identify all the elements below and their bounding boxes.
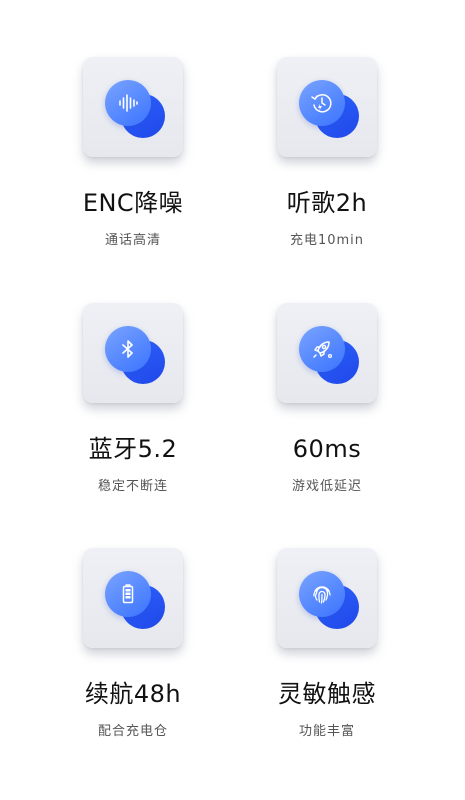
feature-card (83, 57, 183, 157)
feature-subtitle: 稳定不断连 (97, 479, 168, 494)
feature-card (83, 548, 183, 648)
feature-subtitle: 游戏低延迟 (291, 479, 362, 494)
feature-subtitle: 充电10min (289, 233, 365, 248)
sound-wave-icon (105, 80, 151, 126)
feature-battery: 续航48h 配合充电仓 (33, 548, 233, 748)
feature-enc: ENC降噪 通话高清 (33, 57, 233, 257)
feature-title: 听歌2h (286, 189, 368, 217)
feature-title: 灵敏触感 (278, 680, 376, 708)
feature-title: ENC降噪 (82, 189, 184, 217)
feature-bluetooth: 蓝牙5.2 稳定不断连 (33, 303, 233, 503)
feature-card (83, 303, 183, 403)
feature-title: 蓝牙5.2 (88, 435, 178, 463)
feature-music-time: 听歌2h 充电10min (227, 57, 427, 257)
feature-touch: 灵敏触感 功能丰富 (227, 548, 427, 748)
fast-charge-clock-icon (299, 80, 345, 126)
feature-subtitle: 配合充电仓 (97, 724, 168, 739)
bluetooth-icon (105, 326, 151, 372)
feature-card (277, 548, 377, 648)
feature-grid: ENC降噪 通话高清 听歌2h 充电10min 蓝牙5.2 稳定不断连 60ms… (0, 0, 465, 800)
feature-title: 60ms (292, 435, 362, 463)
feature-subtitle: 通话高清 (104, 233, 161, 248)
battery-icon (105, 571, 151, 617)
feature-card (277, 303, 377, 403)
feature-subtitle: 功能丰富 (298, 724, 355, 739)
feature-title: 续航48h (84, 680, 182, 708)
fingerprint-icon (299, 571, 345, 617)
feature-latency: 60ms 游戏低延迟 (227, 303, 427, 503)
rocket-icon (299, 326, 345, 372)
feature-card (277, 57, 377, 157)
